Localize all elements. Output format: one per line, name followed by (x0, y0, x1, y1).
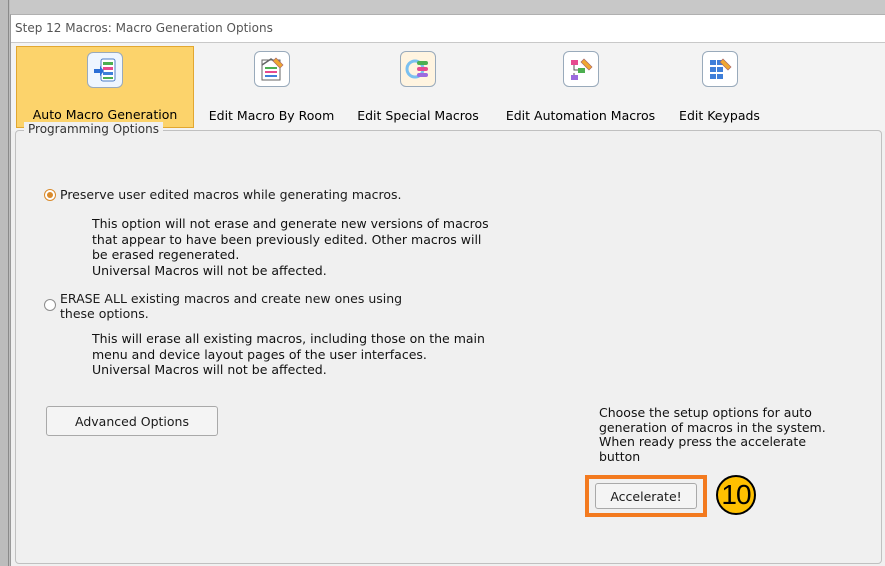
group-title: Programming Options (24, 122, 163, 136)
preserve-macros-option[interactable]: Preserve user edited macros while genera… (44, 187, 402, 202)
programming-options-group: Programming Options Preserve user edited… (15, 122, 882, 564)
toolbar: Auto Macro Generation Edit Macro By Room (11, 43, 885, 131)
erase-macros-option[interactable]: ERASE ALL existing macros and create new… (44, 291, 402, 321)
macro-generation-window: Step 12 Macros: Macro Generation Options… (10, 14, 885, 566)
background-window-edge (0, 0, 885, 14)
tab-edit-keypads[interactable]: Edit Keypads (672, 46, 767, 128)
step-number-callout: 10 (716, 475, 756, 515)
preserve-radio[interactable] (44, 189, 56, 201)
tab-label: Auto Macro Generation (32, 107, 178, 122)
tab-label: Edit Keypads (679, 108, 760, 123)
auto-macro-icon (87, 52, 123, 88)
desc-line: This will erase all existing macros, inc… (92, 331, 485, 346)
room-macro-icon (253, 51, 290, 87)
tab-edit-special-macros[interactable]: Edit Special Macros (348, 46, 488, 128)
desc-line: that appear to have been previously edit… (92, 231, 482, 247)
title-bar: Step 12 Macros: Macro Generation Options (11, 15, 885, 43)
desc-line: be erased regenerated. (92, 247, 240, 262)
hint-line: button (599, 448, 641, 464)
erase-label-line: ERASE ALL existing macros and create new… (60, 291, 403, 306)
hint-line: When ready press the accelerate (599, 434, 807, 449)
erase-label: ERASE ALL existing macros and create new… (60, 291, 402, 321)
tab-auto-macro-generation[interactable]: Auto Macro Generation (16, 46, 194, 128)
accelerate-hint: Choose the setup options for auto genera… (599, 405, 826, 464)
erase-label-line: these options. (60, 306, 149, 321)
desc-line: This option will not erase and generate … (92, 216, 489, 231)
special-macro-icon (400, 51, 436, 87)
advanced-options-button[interactable]: Advanced Options (46, 406, 218, 436)
tab-label: Edit Special Macros (357, 108, 479, 123)
desc-line: Universal Macros will not be affected. (92, 262, 327, 278)
tab-label: Edit Macro By Room (208, 108, 335, 123)
preserve-description: This option will not erase and generate … (92, 216, 489, 278)
automation-macro-icon (562, 51, 599, 87)
tab-edit-macro-by-room[interactable]: Edit Macro By Room (199, 46, 344, 128)
window-title: Step 12 Macros: Macro Generation Options (15, 21, 273, 35)
tab-label: Edit Automation Macros (505, 108, 656, 123)
accelerate-button[interactable]: Accelerate! (595, 483, 697, 509)
desc-line: Universal Macros will not be affected. (92, 362, 327, 377)
window-border-line (8, 0, 9, 566)
erase-radio[interactable] (44, 299, 56, 311)
hint-line: Choose the setup options for auto (599, 405, 812, 420)
keypad-icon (701, 51, 738, 87)
tab-edit-automation-macros[interactable]: Edit Automation Macros (493, 46, 668, 128)
hint-line: generation of macros in the system. (599, 419, 826, 435)
preserve-label: Preserve user edited macros while genera… (60, 187, 402, 202)
erase-description: This will erase all existing macros, inc… (92, 331, 485, 378)
desc-line: menu and device layout pages of the user… (92, 346, 427, 362)
